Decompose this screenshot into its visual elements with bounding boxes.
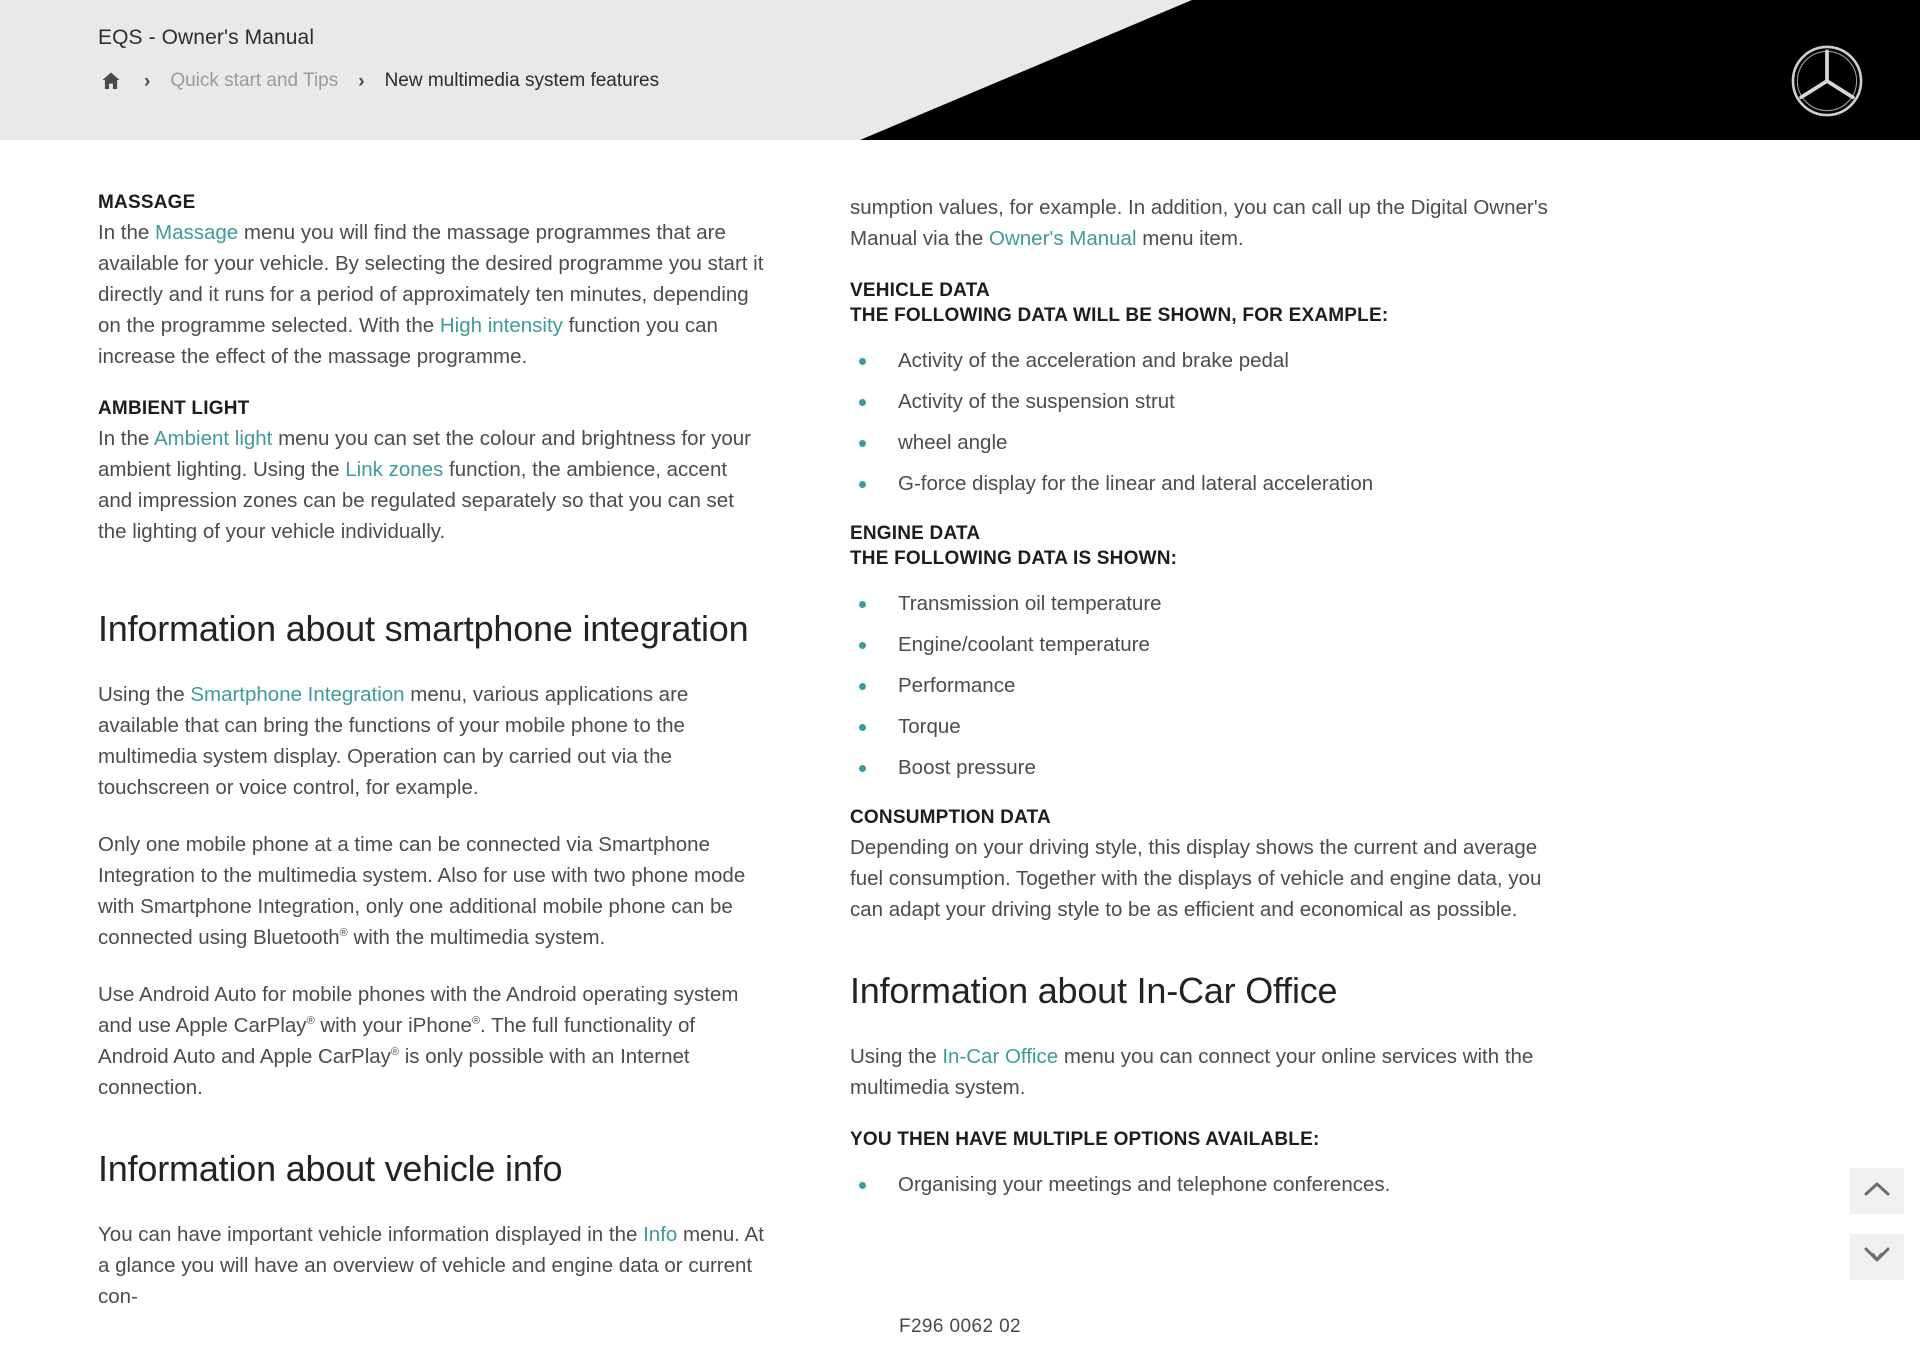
continuation-paragraph: sumption values, for example. In additio…: [850, 192, 1570, 254]
list-item: wheel angle: [850, 427, 1570, 458]
carplay-registered-mark-2: ®: [390, 1046, 400, 1059]
page-header: EQS - Owner's Manual › Quick start and T…: [0, 0, 1920, 140]
list-item-label: Activity of the acceleration and brake p…: [898, 349, 1289, 372]
smartphone-integration-link[interactable]: Smartphone Integration: [190, 683, 404, 706]
massage-heading: MASSAGE: [98, 192, 196, 213]
bullet-dot-icon: [859, 765, 866, 772]
smartphone-paragraph-2: Only one mobile phone at a time can be c…: [98, 829, 764, 953]
list-item: Engine/coolant temperature: [850, 629, 1570, 660]
vehicle-data-list: Activity of the acceleration and brake p…: [850, 345, 1570, 499]
list-item: G-force display for the linear and later…: [850, 468, 1570, 499]
carplay-registered-mark-1: ®: [306, 1015, 315, 1028]
page-body: MASSAGE In the Massage menu you will fin…: [0, 140, 1920, 1358]
consumption-data-paragraph: Depending on your driving style, this di…: [850, 836, 1542, 921]
vehicle-info-paragraph: You can have important vehicle informati…: [98, 1219, 764, 1312]
scroll-down-button[interactable]: [1850, 1234, 1904, 1280]
list-item-label: Torque: [898, 715, 961, 738]
vehicle-data-heading: VEHICLE DATA: [850, 280, 990, 301]
home-icon[interactable]: [98, 68, 124, 94]
ambient-light-heading: AMBIENT LIGHT: [98, 398, 250, 419]
list-item: Transmission oil temperature: [850, 588, 1570, 619]
smartphone-integration-heading: Information about smartphone integration: [98, 608, 749, 649]
in-car-office-list: Organising your meetings and telephone c…: [850, 1169, 1570, 1200]
list-item-label: Organising your meetings and telephone c…: [898, 1173, 1391, 1196]
chevron-down-icon: [1864, 1246, 1890, 1269]
list-item-label: Activity of the suspension strut: [898, 390, 1175, 413]
high-intensity-link[interactable]: High intensity: [440, 314, 563, 337]
list-item-label: Performance: [898, 674, 1016, 697]
bullet-dot-icon: [859, 399, 866, 406]
bluetooth-registered-mark: ®: [339, 927, 348, 940]
engine-data-heading: ENGINE DATA: [850, 523, 981, 544]
list-item: Torque: [850, 711, 1570, 742]
list-item-label: Transmission oil temperature: [898, 592, 1162, 615]
breadcrumb-item-quick-start[interactable]: Quick start and Tips: [170, 70, 338, 92]
info-link[interactable]: Info: [643, 1223, 677, 1246]
chevron-up-icon: [1864, 1181, 1890, 1202]
breadcrumb-item-current[interactable]: New multimedia system features: [385, 70, 660, 92]
header-content: EQS - Owner's Manual › Quick start and T…: [0, 0, 1920, 94]
list-item-label: Boost pressure: [898, 756, 1036, 779]
link-zones-link[interactable]: Link zones: [345, 458, 443, 481]
bullet-dot-icon: [859, 683, 866, 690]
list-item-label: Engine/coolant temperature: [898, 633, 1150, 656]
bullet-dot-icon: [859, 358, 866, 365]
list-item: Performance: [850, 670, 1570, 701]
manual-title: EQS - Owner's Manual: [98, 26, 315, 49]
breadcrumb: › Quick start and Tips › New multimedia …: [98, 68, 1920, 94]
owners-manual-link[interactable]: Owner's Manual: [989, 227, 1136, 250]
footer-document-code: F296 0062 02: [898, 1316, 1022, 1337]
smartphone-paragraph-1: Using the Smartphone Integration menu, v…: [98, 679, 764, 803]
list-item-label: wheel angle: [898, 431, 1008, 454]
right-column: sumption values, for example. In additio…: [820, 192, 1640, 1338]
bullet-dot-icon: [859, 1182, 866, 1189]
smartphone-paragraph-3: Use Android Auto for mobile phones with …: [98, 979, 764, 1103]
sp-p1-text-1: Using the: [98, 683, 191, 706]
in-car-office-heading: Information about In-Car Office: [850, 970, 1338, 1011]
bullet-dot-icon: [859, 481, 866, 488]
floating-action-buttons: [1850, 1168, 1904, 1280]
ambient-text-1: In the: [98, 427, 154, 450]
ambient-light-paragraph: In the Ambient light menu you can set th…: [98, 423, 764, 547]
vehicle-data-subheading: THE FOLLOWING DATA WILL BE SHOWN, FOR EX…: [850, 305, 1389, 326]
mercedes-benz-star-logo: [1790, 44, 1864, 118]
bullet-dot-icon: [859, 601, 866, 608]
cont-text-2: menu item.: [1136, 227, 1244, 250]
list-item-label: G-force display for the linear and later…: [898, 472, 1374, 495]
breadcrumb-separator-1: ›: [144, 70, 151, 92]
in-car-office-link[interactable]: In-Car Office: [942, 1045, 1058, 1068]
breadcrumb-separator-2: ›: [358, 70, 365, 92]
bullet-dot-icon: [859, 440, 866, 447]
vehicle-info-heading: Information about vehicle info: [98, 1148, 563, 1189]
massage-paragraph: In the Massage menu you will find the ma…: [98, 217, 764, 372]
list-item: Organising your meetings and telephone c…: [850, 1169, 1570, 1200]
bullet-dot-icon: [859, 642, 866, 649]
two-column-layout: MASSAGE In the Massage menu you will fin…: [0, 140, 1920, 1338]
consumption-data-heading: CONSUMPTION DATA: [850, 807, 1051, 828]
in-car-office-paragraph: Using the In-Car Office menu you can con…: [850, 1041, 1570, 1103]
bullet-dot-icon: [859, 724, 866, 731]
scroll-up-button[interactable]: [1850, 1168, 1904, 1214]
sp-p2-text-2: with the multimedia system.: [347, 926, 606, 949]
massage-link[interactable]: Massage: [155, 221, 238, 244]
ambient-light-link[interactable]: Ambient light: [154, 427, 273, 450]
list-item: Activity of the acceleration and brake p…: [850, 345, 1570, 376]
list-item: Boost pressure: [850, 752, 1570, 783]
list-item: Activity of the suspension strut: [850, 386, 1570, 417]
engine-data-list: Transmission oil temperature Engine/cool…: [850, 588, 1570, 783]
massage-text-1: In the: [98, 221, 155, 244]
left-column: MASSAGE In the Massage menu you will fin…: [0, 192, 820, 1338]
ico-text-1: Using the: [850, 1045, 943, 1068]
sp-p3-text-2: with your iPhone: [314, 1014, 472, 1037]
iphone-registered-mark: ®: [471, 1015, 481, 1028]
in-car-office-subheading: YOU THEN HAVE MULTIPLE OPTIONS AVAILABLE…: [850, 1129, 1320, 1150]
vi-text-1: You can have important vehicle informati…: [98, 1223, 644, 1246]
engine-data-subheading: THE FOLLOWING DATA IS SHOWN:: [850, 548, 1178, 569]
